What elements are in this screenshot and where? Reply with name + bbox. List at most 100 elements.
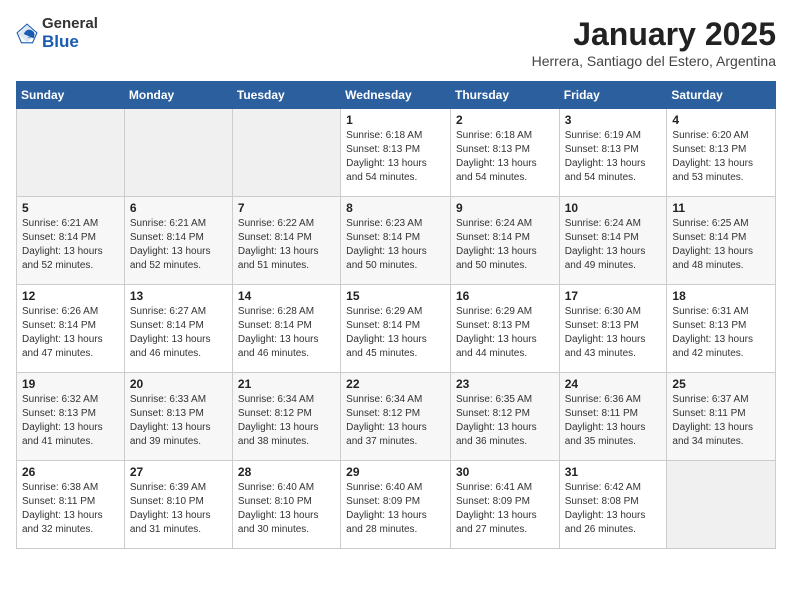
calendar-day-cell: 5 Sunrise: 6:21 AM Sunset: 8:14 PM Daylig…	[17, 197, 125, 285]
logo-icon	[16, 23, 38, 45]
day-number: 12	[22, 289, 119, 303]
calendar-day-cell: 25Sunrise: 6:37 AM Sunset: 8:11 PM Dayli…	[667, 373, 776, 461]
weekday-header: Thursday	[450, 82, 559, 109]
calendar-day-cell: 17 Sunrise: 6:30 AM Sunset: 8:13 PM Dayli…	[559, 285, 667, 373]
day-number: 23	[456, 377, 554, 391]
calendar-day-cell: 4Sunrise: 6:20 AM Sunset: 8:13 PM Daylig…	[667, 109, 776, 197]
calendar-day-cell	[17, 109, 125, 197]
logo: General Blue	[16, 16, 98, 51]
calendar-day-cell: 23 Sunrise: 6:35 AM Sunset: 8:12 PM Dayli…	[450, 373, 559, 461]
calendar-day-cell: 11 Sunrise: 6:25 AM Sunset: 8:14 PM Dayli…	[667, 197, 776, 285]
weekday-header: Sunday	[17, 82, 125, 109]
weekday-header: Saturday	[667, 82, 776, 109]
weekday-header: Monday	[124, 82, 232, 109]
day-number: 20	[130, 377, 227, 391]
calendar-day-cell: 6 Sunrise: 6:21 AM Sunset: 8:14 PM Daylig…	[124, 197, 232, 285]
weekday-header: Wednesday	[341, 82, 451, 109]
day-number: 11	[672, 201, 770, 215]
day-info: Sunrise: 6:34 AM Sunset: 8:12 PM Dayligh…	[346, 393, 445, 449]
day-info: Sunrise: 6:37 AM Sunset: 8:11 PM Dayligh…	[672, 393, 770, 449]
calendar-day-cell: 18 Sunrise: 6:31 AM Sunset: 8:13 PM Dayli…	[667, 285, 776, 373]
calendar-day-cell: 26 Sunrise: 6:38 AM Sunset: 8:11 PM Dayli…	[17, 461, 125, 549]
calendar-day-cell	[124, 109, 232, 197]
day-number: 28	[238, 465, 335, 479]
day-info: Sunrise: 6:41 AM Sunset: 8:09 PM Dayligh…	[456, 481, 554, 537]
logo-general: General	[42, 15, 98, 32]
weekday-header: Friday	[559, 82, 667, 109]
calendar-day-cell: 16Sunrise: 6:29 AM Sunset: 8:13 PM Dayli…	[450, 285, 559, 373]
calendar-week-row: 19Sunrise: 6:32 AM Sunset: 8:13 PM Dayli…	[17, 373, 776, 461]
day-number: 3	[565, 113, 662, 127]
calendar-day-cell: 29Sunrise: 6:40 AM Sunset: 8:09 PM Dayli…	[341, 461, 451, 549]
calendar-day-cell: 30 Sunrise: 6:41 AM Sunset: 8:09 PM Dayli…	[450, 461, 559, 549]
day-number: 6	[130, 201, 227, 215]
calendar-day-cell: 8 Sunrise: 6:23 AM Sunset: 8:14 PM Daylig…	[341, 197, 451, 285]
day-info: Sunrise: 6:23 AM Sunset: 8:14 PM Dayligh…	[346, 217, 445, 273]
calendar-day-cell: 3 Sunrise: 6:19 AM Sunset: 8:13 PM Daylig…	[559, 109, 667, 197]
day-number: 1	[346, 113, 445, 127]
day-info: Sunrise: 6:33 AM Sunset: 8:13 PM Dayligh…	[130, 393, 227, 449]
day-number: 13	[130, 289, 227, 303]
day-info: Sunrise: 6:35 AM Sunset: 8:12 PM Dayligh…	[456, 393, 554, 449]
day-number: 30	[456, 465, 554, 479]
day-info: Sunrise: 6:18 AM Sunset: 8:13 PM Dayligh…	[456, 129, 554, 185]
day-info: Sunrise: 6:29 AM Sunset: 8:14 PM Dayligh…	[346, 305, 445, 361]
day-number: 26	[22, 465, 119, 479]
day-info: Sunrise: 6:21 AM Sunset: 8:14 PM Dayligh…	[130, 217, 227, 273]
calendar-week-row: 5 Sunrise: 6:21 AM Sunset: 8:14 PM Daylig…	[17, 197, 776, 285]
day-number: 17	[565, 289, 662, 303]
day-number: 19	[22, 377, 119, 391]
calendar-week-row: 26 Sunrise: 6:38 AM Sunset: 8:11 PM Dayli…	[17, 461, 776, 549]
day-number: 24	[565, 377, 662, 391]
calendar-day-cell	[232, 109, 340, 197]
day-info: Sunrise: 6:24 AM Sunset: 8:14 PM Dayligh…	[565, 217, 662, 273]
day-info: Sunrise: 6:21 AM Sunset: 8:14 PM Dayligh…	[22, 217, 119, 273]
calendar-week-row: 12 Sunrise: 6:26 AM Sunset: 8:14 PM Dayli…	[17, 285, 776, 373]
calendar-day-cell: 14 Sunrise: 6:28 AM Sunset: 8:14 PM Dayli…	[232, 285, 340, 373]
day-number: 27	[130, 465, 227, 479]
day-info: Sunrise: 6:42 AM Sunset: 8:08 PM Dayligh…	[565, 481, 662, 537]
day-number: 2	[456, 113, 554, 127]
calendar-day-cell: 20 Sunrise: 6:33 AM Sunset: 8:13 PM Dayli…	[124, 373, 232, 461]
calendar-day-cell: 9Sunrise: 6:24 AM Sunset: 8:14 PM Daylig…	[450, 197, 559, 285]
page-header: General Blue January 2025 Herrera, Santi…	[16, 16, 776, 69]
day-number: 9	[456, 201, 554, 215]
day-number: 14	[238, 289, 335, 303]
calendar-day-cell: 19Sunrise: 6:32 AM Sunset: 8:13 PM Dayli…	[17, 373, 125, 461]
title-block: January 2025 Herrera, Santiago del Ester…	[532, 16, 776, 69]
day-number: 29	[346, 465, 445, 479]
day-info: Sunrise: 6:31 AM Sunset: 8:13 PM Dayligh…	[672, 305, 770, 361]
calendar-week-row: 1 Sunrise: 6:18 AM Sunset: 8:13 PM Daylig…	[17, 109, 776, 197]
day-number: 10	[565, 201, 662, 215]
day-info: Sunrise: 6:34 AM Sunset: 8:12 PM Dayligh…	[238, 393, 335, 449]
day-info: Sunrise: 6:19 AM Sunset: 8:13 PM Dayligh…	[565, 129, 662, 185]
day-info: Sunrise: 6:26 AM Sunset: 8:14 PM Dayligh…	[22, 305, 119, 361]
location-subtitle: Herrera, Santiago del Estero, Argentina	[532, 53, 776, 69]
calendar-table: SundayMondayTuesdayWednesdayThursdayFrid…	[16, 81, 776, 549]
day-number: 15	[346, 289, 445, 303]
day-info: Sunrise: 6:36 AM Sunset: 8:11 PM Dayligh…	[565, 393, 662, 449]
calendar-day-cell: 1Sunrise: 6:18 AM Sunset: 8:13 PM Daylig…	[341, 109, 451, 197]
logo-blue: Blue	[42, 32, 79, 51]
calendar-day-cell: 31 Sunrise: 6:42 AM Sunset: 8:08 PM Dayli…	[559, 461, 667, 549]
day-number: 4	[672, 113, 770, 127]
day-number: 18	[672, 289, 770, 303]
day-number: 22	[346, 377, 445, 391]
logo-text: General Blue	[42, 16, 98, 51]
calendar-day-cell: 15 Sunrise: 6:29 AM Sunset: 8:14 PM Dayli…	[341, 285, 451, 373]
day-info: Sunrise: 6:28 AM Sunset: 8:14 PM Dayligh…	[238, 305, 335, 361]
day-info: Sunrise: 6:22 AM Sunset: 8:14 PM Dayligh…	[238, 217, 335, 273]
calendar-day-cell: 12 Sunrise: 6:26 AM Sunset: 8:14 PM Dayli…	[17, 285, 125, 373]
day-info: Sunrise: 6:38 AM Sunset: 8:11 PM Dayligh…	[22, 481, 119, 537]
day-info: Sunrise: 6:27 AM Sunset: 8:14 PM Dayligh…	[130, 305, 227, 361]
calendar-day-cell: 24 Sunrise: 6:36 AM Sunset: 8:11 PM Dayli…	[559, 373, 667, 461]
day-info: Sunrise: 6:30 AM Sunset: 8:13 PM Dayligh…	[565, 305, 662, 361]
day-number: 8	[346, 201, 445, 215]
day-info: Sunrise: 6:39 AM Sunset: 8:10 PM Dayligh…	[130, 481, 227, 537]
day-number: 5	[22, 201, 119, 215]
day-info: Sunrise: 6:25 AM Sunset: 8:14 PM Dayligh…	[672, 217, 770, 273]
weekday-header-row: SundayMondayTuesdayWednesdayThursdayFrid…	[17, 82, 776, 109]
day-number: 31	[565, 465, 662, 479]
calendar-day-cell: 22 Sunrise: 6:34 AM Sunset: 8:12 PM Dayli…	[341, 373, 451, 461]
calendar-day-cell: 13 Sunrise: 6:27 AM Sunset: 8:14 PM Dayli…	[124, 285, 232, 373]
